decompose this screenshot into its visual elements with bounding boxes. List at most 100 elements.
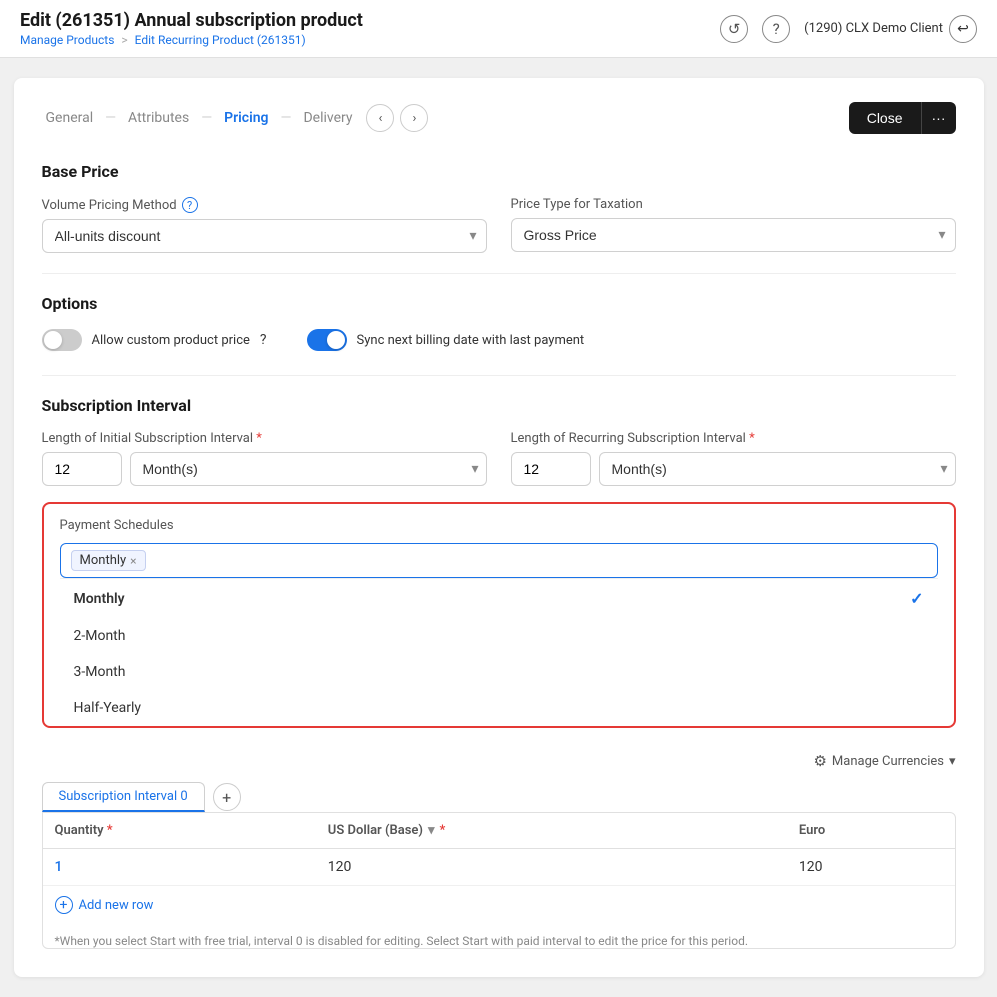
gear-icon: ⚙ <box>813 752 826 770</box>
nav-next-button[interactable]: › <box>400 104 428 132</box>
row-usd: 120 <box>316 849 787 886</box>
manage-currencies-row: ⚙ Manage Currencies ▾ <box>42 752 956 770</box>
initial-interval-unit-select[interactable]: Month(s) <box>130 452 487 486</box>
top-bar-left: Edit (261351) Annual subscription produc… <box>20 10 363 47</box>
more-button[interactable]: ··· <box>921 102 956 134</box>
client-back-icon[interactable]: ↩ <box>949 15 977 43</box>
price-type-col: Price Type for Taxation Gross Price ▾ <box>511 197 956 253</box>
allow-custom-help-icon[interactable]: ? <box>260 332 267 348</box>
add-row-label: Add new row <box>79 898 154 913</box>
manage-currencies-button[interactable]: ⚙ Manage Currencies ▾ <box>813 752 955 770</box>
monthly-tag-label: Monthly <box>80 553 127 568</box>
subscription-interval-section: Subscription Interval Length of Initial … <box>42 396 956 728</box>
quantity-col-header: Quantity * <box>43 813 316 849</box>
row-quantity: 1 <box>43 849 316 886</box>
usd-chevron-icon[interactable]: ▾ <box>428 823 435 838</box>
volume-pricing-select-wrapper: All-units discount ▾ <box>42 219 487 253</box>
history-icon[interactable]: ↺ <box>720 15 748 43</box>
dropdown-item-3month-label: 3-Month <box>74 664 126 680</box>
manage-currencies-label: Manage Currencies <box>832 754 944 769</box>
nav-right: Close ··· <box>849 102 956 134</box>
dropdown-item-2month[interactable]: 2-Month <box>60 618 938 654</box>
base-price-title: Base Price <box>42 162 956 181</box>
payment-schedules-input-row: Monthly × <box>60 543 938 578</box>
monthly-tag-remove[interactable]: × <box>130 554 136 568</box>
client-name: (1290) CLX Demo Client <box>804 21 943 36</box>
price-table-footnote: *When you select Start with free trial, … <box>43 924 955 948</box>
price-type-label: Price Type for Taxation <box>511 197 956 212</box>
recurring-interval-unit-wrapper: Month(s) ▾ <box>599 452 956 486</box>
price-type-select[interactable]: Gross Price <box>511 218 956 252</box>
row-euro: 120 <box>787 849 955 886</box>
page-title: Edit (261351) Annual subscription produc… <box>20 10 363 31</box>
price-table-header: Quantity * US Dollar (Base) ▾ * Euro <box>43 813 955 849</box>
sub-interval-tab-0[interactable]: Subscription Interval 0 <box>42 782 205 812</box>
sync-billing-label: Sync next billing date with last payment <box>357 333 585 348</box>
initial-interval-number-input[interactable] <box>42 452 122 486</box>
recurring-interval-number-input[interactable] <box>511 452 591 486</box>
sync-billing-toggle[interactable] <box>307 329 347 351</box>
breadcrumb-current: Edit Recurring Product (261351) <box>135 33 306 47</box>
help-icon[interactable]: ? <box>762 15 790 43</box>
tab-pricing[interactable]: Pricing <box>220 110 272 126</box>
close-button[interactable]: Close <box>849 102 921 134</box>
main-content: General — Attributes — Pricing — Deliver… <box>14 78 984 977</box>
monthly-tag: Monthly × <box>71 550 146 571</box>
table-row: 1 120 120 <box>43 849 955 886</box>
payment-schedules-box: Payment Schedules Monthly × Monthly ✓ 2-… <box>42 502 956 728</box>
nav-tabs: General — Attributes — Pricing — Deliver… <box>42 102 956 134</box>
section-divider-1 <box>42 273 956 274</box>
initial-interval-col: Length of Initial Subscription Interval … <box>42 431 487 486</box>
recurring-interval-col: Length of Recurring Subscription Interva… <box>511 431 956 486</box>
sync-billing-knob <box>327 331 345 349</box>
initial-interval-label: Length of Initial Subscription Interval … <box>42 431 487 446</box>
payment-schedules-input[interactable] <box>154 553 927 569</box>
volume-pricing-select[interactable]: All-units discount <box>42 219 487 253</box>
volume-pricing-help-icon[interactable]: ? <box>182 197 198 213</box>
sync-billing-option: Sync next billing date with last payment <box>307 329 585 351</box>
dropdown-item-monthly-label: Monthly <box>74 591 125 607</box>
price-type-select-wrapper: Gross Price ▾ <box>511 218 956 252</box>
breadcrumb-root[interactable]: Manage Products <box>20 33 114 47</box>
recurring-interval-inputs: Month(s) ▾ <box>511 452 956 486</box>
allow-custom-price-toggle[interactable] <box>42 329 82 351</box>
usd-col-header: US Dollar (Base) ▾ * <box>316 813 787 849</box>
nav-prev-button[interactable]: ‹ <box>366 104 394 132</box>
allow-custom-price-knob <box>44 331 62 349</box>
add-row-button[interactable]: + Add new row <box>43 886 955 924</box>
payment-schedules-label: Payment Schedules <box>60 518 938 533</box>
dropdown-item-3month[interactable]: 3-Month <box>60 654 938 690</box>
usd-currency-col: US Dollar (Base) ▾ * <box>328 823 775 838</box>
usd-required-mark: * <box>440 823 446 838</box>
base-price-form-row: Volume Pricing Method ? All-units discou… <box>42 197 956 253</box>
dropdown-item-2month-label: 2-Month <box>74 628 126 644</box>
recurring-interval-unit-select[interactable]: Month(s) <box>599 452 956 486</box>
tab-general[interactable]: General <box>42 110 98 126</box>
manage-currencies-chevron-icon: ▾ <box>949 754 956 769</box>
options-title: Options <box>42 294 956 313</box>
recurring-required-mark: * <box>749 431 755 446</box>
section-divider-2 <box>42 375 956 376</box>
interval-row: Length of Initial Subscription Interval … <box>42 431 956 486</box>
dropdown-item-halfyearly[interactable]: Half-Yearly <box>60 690 938 726</box>
initial-required-mark: * <box>256 431 262 446</box>
breadcrumb: Manage Products > Edit Recurring Product… <box>20 33 363 47</box>
top-bar-right: ↺ ? (1290) CLX Demo Client ↩ <box>720 15 977 43</box>
tab-delivery[interactable]: Delivery <box>299 110 356 126</box>
quantity-required-mark: * <box>107 823 113 838</box>
subscription-interval-title: Subscription Interval <box>42 396 956 415</box>
allow-custom-price-option: Allow custom product price ? <box>42 329 267 351</box>
recurring-interval-label: Length of Recurring Subscription Interva… <box>511 431 956 446</box>
tab-attributes[interactable]: Attributes <box>124 110 193 126</box>
allow-custom-price-label: Allow custom product price <box>92 333 250 348</box>
add-tab-button[interactable]: + <box>213 783 241 811</box>
initial-interval-unit-wrapper: Month(s) ▾ <box>130 452 487 486</box>
breadcrumb-separator: > <box>121 33 127 47</box>
volume-pricing-label: Volume Pricing Method ? <box>42 197 487 213</box>
nav-arrows: ‹ › <box>366 104 428 132</box>
dropdown-item-monthly[interactable]: Monthly ✓ <box>60 579 938 618</box>
price-table: Quantity * US Dollar (Base) ▾ * Euro <box>43 813 955 886</box>
client-label: (1290) CLX Demo Client ↩ <box>804 15 977 43</box>
euro-col-header: Euro <box>787 813 955 849</box>
dropdown-item-halfyearly-label: Half-Yearly <box>74 700 142 716</box>
